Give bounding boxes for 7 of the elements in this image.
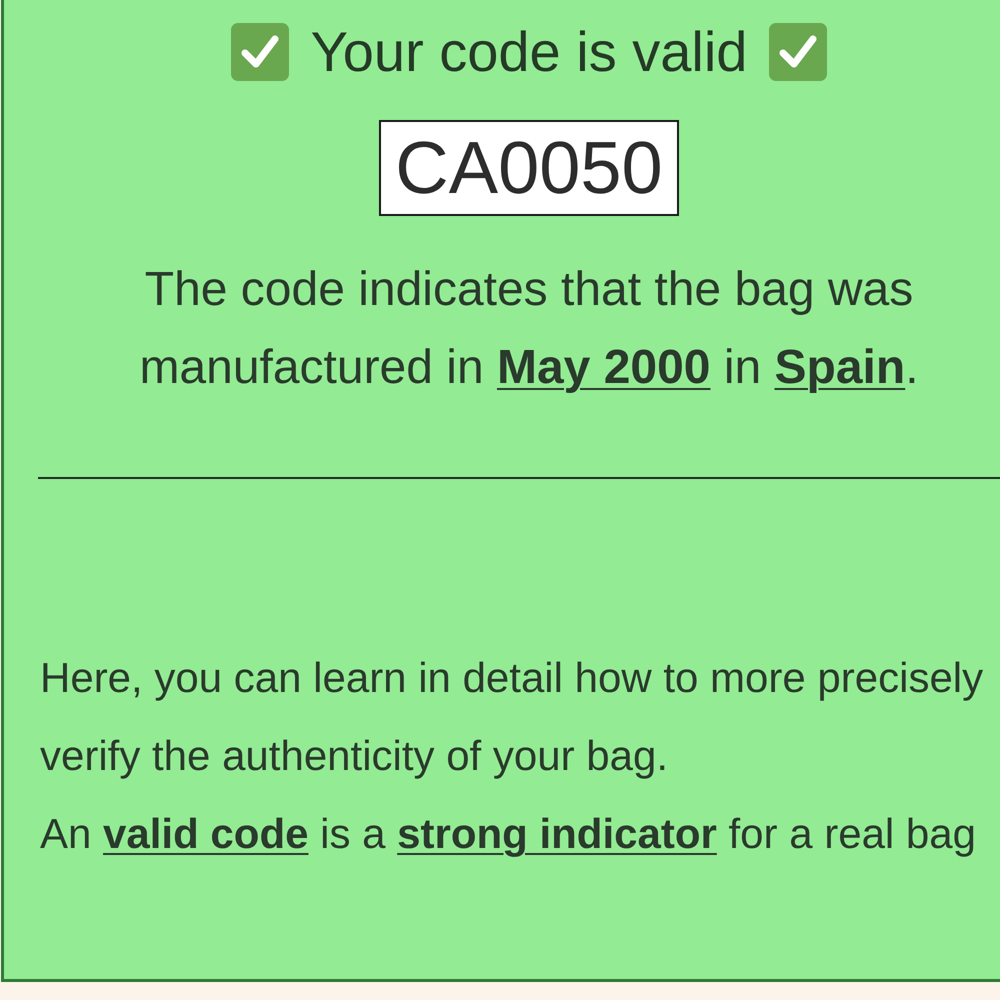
info-text: An valid code is a strong indicator for a real bag [40,809,978,859]
result-text: The code indicates that the bag was manufactured in May 2000 in Spain. [138,262,920,396]
checkmark-icon [769,23,828,81]
code-display: CA0050 [379,120,679,216]
checkmark-icon [230,23,289,81]
result-title: Your code is valid [310,22,748,82]
info-text: Here, you can learn in detail how to more precisely verify the authenticity of your bag. [40,653,984,781]
